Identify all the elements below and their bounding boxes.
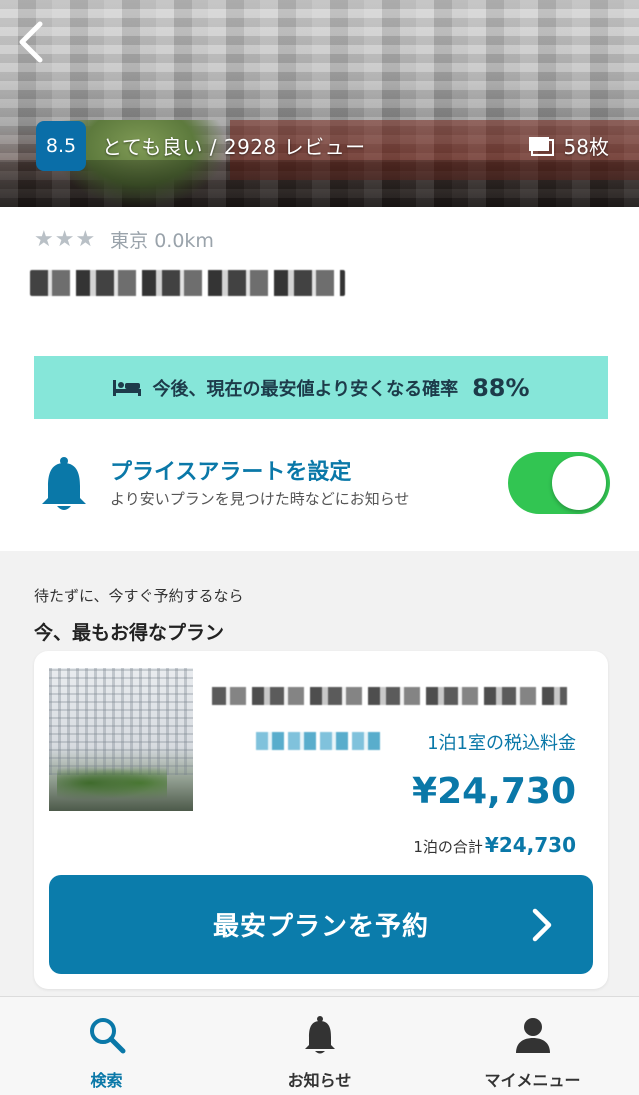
plan-thumbnail — [49, 668, 193, 811]
chevron-left-icon — [19, 21, 43, 63]
toggle-knob — [552, 456, 606, 510]
plan-room-redacted — [256, 732, 384, 750]
price-alert-subtitle: より安いプランを見つけた時などにお知らせ — [110, 490, 410, 508]
back-button[interactable] — [14, 18, 54, 66]
price-prediction-banner: 今後、現在の最安値より安くなる確率 88% — [34, 356, 608, 419]
tax-label: 1泊1室の税込料金 — [427, 733, 576, 754]
photo-count-label: 58枚 — [563, 135, 609, 159]
tab-search[interactable]: 検索 — [0, 997, 213, 1095]
user-icon — [515, 1018, 550, 1053]
best-plan-sublabel: 待たずに、今すぐ予約するなら — [34, 587, 244, 605]
review-score-badge: 8.5 — [36, 121, 86, 171]
bell-icon — [304, 1016, 335, 1054]
photo-count-button[interactable]: 58枚 — [528, 131, 609, 160]
hotel-name-redacted — [30, 270, 345, 296]
search-icon — [89, 1018, 125, 1054]
tab-notifications-label: お知らせ — [287, 1071, 352, 1090]
bottom-tab-bar: 検索 お知らせ マイメニュー — [0, 996, 639, 1095]
price-alert-toggle[interactable] — [508, 452, 610, 514]
book-button-label: 最安プランを予約 — [212, 912, 429, 942]
photos-icon — [528, 136, 554, 156]
tab-search-label: 検索 — [90, 1071, 123, 1090]
price-alert-row[interactable]: プライスアラートを設定 より安いプランを見つけた時などにお知らせ — [38, 450, 610, 520]
plan-thumbnail-building — [49, 668, 193, 776]
plan-thumbnail-trees — [57, 763, 167, 803]
hero-photo-shade — [0, 160, 639, 207]
hotel-location: 東京 0.0km — [110, 230, 214, 252]
price-prediction-value: 88% — [472, 373, 530, 402]
tab-notifications[interactable]: お知らせ — [213, 997, 426, 1095]
plan-price: ¥24,730 — [412, 771, 576, 812]
bell-icon — [42, 457, 86, 510]
hotel-hero-image[interactable]: 8.5 とても良い / 2928 レビュー 58枚 — [0, 0, 639, 207]
total-value: ¥24,730 — [484, 833, 576, 857]
best-plan-card[interactable]: 1泊1室の税込料金 ¥24,730 1泊の合計 ¥24,730 最安プランを予約 — [34, 651, 608, 989]
bed-icon — [113, 379, 142, 396]
chevron-right-icon — [532, 908, 552, 942]
total-label: 1泊の合計 — [413, 838, 483, 856]
hotel-meta: ★★★ 東京 0.0km — [34, 226, 214, 253]
star-rating: ★★★ — [34, 227, 97, 252]
tab-my-menu[interactable]: マイメニュー — [426, 997, 639, 1095]
plan-name-redacted — [212, 687, 567, 705]
tab-my-menu-label: マイメニュー — [484, 1071, 581, 1090]
best-plan-title: 今、最もお得なプラン — [34, 622, 225, 644]
price-alert-title: プライスアラートを設定 — [110, 460, 352, 485]
total-row: 1泊の合計 ¥24,730 — [413, 833, 576, 857]
price-prediction-text: 今後、現在の最安値より安くなる確率 — [152, 378, 459, 400]
review-summary[interactable]: とても良い / 2928 レビュー — [102, 131, 366, 160]
book-cheapest-plan-button[interactable]: 最安プランを予約 — [49, 875, 593, 974]
